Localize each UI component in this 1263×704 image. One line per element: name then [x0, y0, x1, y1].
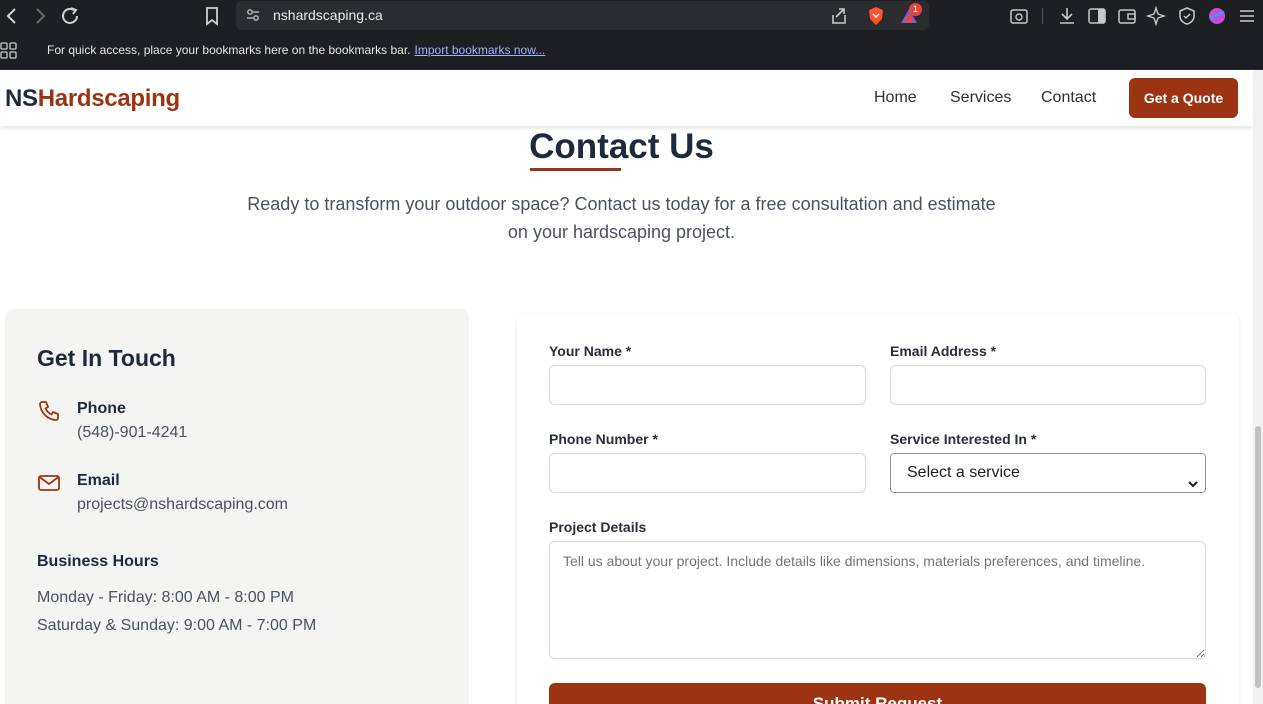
bookmarks-hint-text: For quick access, place your bookmarks h… [47, 43, 411, 57]
phone-field-label: Phone Number * [549, 431, 658, 447]
submit-request-button[interactable]: Submit Request [549, 683, 1206, 704]
brave-shields-icon[interactable] [865, 5, 887, 27]
wallet-icon[interactable] [1116, 5, 1138, 27]
logo-part-ns: NS [5, 85, 38, 112]
url-text[interactable]: nshardscaping.ca [273, 7, 383, 23]
site-header: NSHardscaping Home Services Contact Get … [0, 70, 1253, 126]
site-logo[interactable]: NSHardscaping [5, 85, 180, 113]
title-underline [530, 168, 621, 171]
phone-input[interactable] [549, 453, 866, 493]
scrollbar-thumb[interactable] [1255, 426, 1261, 688]
chevron-down-icon [1187, 467, 1199, 488]
project-details-textarea[interactable] [549, 541, 1206, 659]
vpn-shield-icon[interactable] [1176, 5, 1198, 27]
downloads-icon[interactable] [1056, 5, 1078, 27]
address-bar[interactable]: nshardscaping.ca 1 [236, 1, 929, 30]
nav-contact[interactable]: Contact [1041, 89, 1096, 107]
phone-label: Phone [77, 400, 126, 417]
notification-badge: 1 [909, 3, 922, 16]
service-select[interactable]: Select a service [890, 453, 1206, 493]
bookmark-icon[interactable] [200, 4, 224, 28]
forward-icon[interactable] [28, 4, 52, 28]
hours-weekend: Saturday & Sunday: 9:00 AM - 7:00 PM [37, 617, 317, 634]
menu-icon[interactable] [1236, 5, 1258, 27]
import-bookmarks-link[interactable]: Import bookmarks now... [415, 43, 546, 57]
contact-title: Contact Us [529, 127, 714, 166]
email-value[interactable]: projects@nshardscaping.com [77, 496, 288, 514]
bookmarks-message: For quick access, place your bookmarks h… [47, 43, 545, 57]
email-input[interactable] [890, 365, 1206, 405]
name-label: Your Name * [549, 343, 632, 359]
toolbar-divider [1042, 8, 1043, 24]
web-page: NSHardscaping Home Services Contact Get … [0, 70, 1253, 704]
logo-part-hardscaping: Hardscaping [37, 85, 180, 112]
get-in-touch-card: Get In Touch Phone (548)-901-4241 Email … [5, 309, 469, 704]
service-label: Service Interested In * [890, 431, 1037, 447]
service-selected-value: Select a service [907, 464, 1020, 481]
tab-search-icon[interactable] [1008, 5, 1030, 27]
email-field-label: Email Address * [890, 343, 997, 359]
project-details-label: Project Details [549, 519, 647, 535]
brave-rewards-icon[interactable]: 1 [898, 3, 922, 27]
email-label: Email [77, 472, 120, 489]
site-settings-icon[interactable] [244, 6, 262, 24]
email-icon [37, 471, 61, 495]
contact-intro: Ready to transform your outdoor space? C… [247, 194, 996, 242]
nav-services[interactable]: Services [950, 89, 1011, 107]
browser-toolbar: nshardscaping.ca 1 [0, 0, 1263, 32]
contact-form: Your Name * Email Address * Phone Number… [517, 314, 1239, 704]
leo-ai-icon[interactable] [1145, 5, 1168, 27]
back-icon[interactable] [0, 4, 24, 28]
nav-home[interactable]: Home [874, 89, 917, 107]
phone-value[interactable]: (548)-901-4241 [77, 424, 187, 442]
profile-avatar-icon[interactable] [1206, 5, 1228, 27]
get-a-quote-button[interactable]: Get a Quote [1129, 78, 1238, 118]
hours-weekdays: Monday - Friday: 8:00 AM - 8:00 PM [37, 589, 294, 606]
get-in-touch-title: Get In Touch [37, 345, 176, 371]
apps-grid-icon[interactable] [0, 42, 18, 60]
page-scrollbar[interactable] [1253, 70, 1263, 704]
phone-icon [37, 399, 61, 423]
bookmarks-bar: For quick access, place your bookmarks h… [0, 32, 1263, 70]
business-hours-title: Business Hours [37, 553, 159, 570]
share-icon[interactable] [828, 5, 850, 27]
reload-icon[interactable] [58, 4, 82, 28]
name-input[interactable] [549, 365, 866, 405]
sidebar-toggle-icon[interactable] [1086, 5, 1108, 27]
